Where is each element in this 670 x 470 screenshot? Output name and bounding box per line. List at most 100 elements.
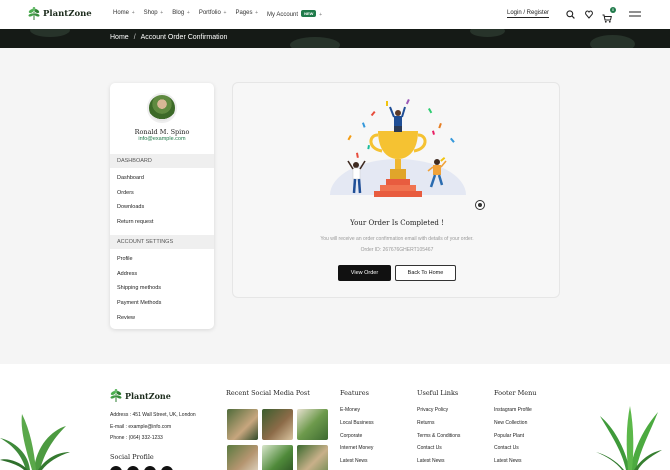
recent-posts-heading: Recent Social Media Post bbox=[226, 389, 310, 397]
banner-decoration bbox=[30, 29, 70, 37]
cart-count-badge: 0 bbox=[610, 7, 616, 13]
breadcrumb-separator: / bbox=[133, 34, 136, 41]
plus-icon: + bbox=[255, 10, 259, 16]
sidebar-item-address[interactable]: Address bbox=[117, 271, 137, 277]
banner-decoration bbox=[590, 35, 635, 48]
features-heading: Features bbox=[340, 389, 369, 397]
confirmation-title: Your Order Is Completed ! bbox=[350, 219, 444, 227]
footer-link[interactable]: New Collection bbox=[494, 420, 527, 426]
footer-link[interactable]: Internet Money bbox=[340, 445, 373, 451]
view-order-button[interactable]: View Order bbox=[338, 265, 391, 281]
footer-link[interactable]: Latest News bbox=[494, 458, 522, 464]
top-navbar: PlantZone Home + Shop + Blog + Portfolio… bbox=[0, 0, 670, 29]
menu-icon[interactable] bbox=[629, 11, 641, 18]
order-id: Order ID: 267676GHERT105467 bbox=[360, 247, 434, 253]
sidebar-item-profile[interactable]: Profile bbox=[117, 256, 133, 262]
social-post-thumbnail[interactable] bbox=[262, 409, 293, 440]
trophy-celebration-illustration bbox=[328, 99, 468, 213]
nav-home[interactable]: Home + bbox=[113, 10, 135, 18]
plus-icon: + bbox=[223, 10, 227, 16]
footer-brand-name: PlantZone bbox=[125, 390, 171, 401]
order-confirmation-card: Your Order Is Completed ! You will recei… bbox=[232, 82, 560, 298]
footer-link[interactable]: Local Business bbox=[340, 420, 374, 426]
dashboard-heading: DASHBOARD bbox=[110, 154, 214, 168]
breadcrumb: Home / Account Order Confirmation bbox=[110, 34, 227, 41]
plus-icon: + bbox=[186, 10, 190, 16]
social-post-thumbnail[interactable] bbox=[227, 445, 258, 470]
instagram-icon[interactable] bbox=[144, 466, 156, 470]
sidebar-item-downloads[interactable]: Downloads bbox=[117, 204, 144, 210]
user-email[interactable]: info@example.com bbox=[110, 136, 214, 142]
facebook-icon[interactable] bbox=[110, 466, 122, 470]
plus-icon: + bbox=[131, 10, 135, 16]
footer-phone: Phone : (064) 332-1233 bbox=[110, 435, 163, 441]
avatar bbox=[147, 93, 177, 123]
twitter-icon[interactable] bbox=[127, 466, 139, 470]
footer-link[interactable]: Contact Us bbox=[417, 445, 442, 451]
account-settings-heading: ACCOUNT SETTINGS bbox=[110, 235, 214, 249]
heart-icon[interactable] bbox=[585, 10, 593, 19]
social-post-thumbnail[interactable] bbox=[297, 445, 328, 470]
breadcrumb-current: Account Order Confirmation bbox=[140, 34, 228, 41]
social-post-thumbnail[interactable] bbox=[227, 409, 258, 440]
page-banner: Home / Account Order Confirmation bbox=[0, 29, 670, 48]
footer-link[interactable]: Latest News bbox=[417, 458, 445, 464]
footer-link[interactable]: E-Money bbox=[340, 407, 360, 413]
cart-icon bbox=[602, 14, 612, 23]
back-to-home-button[interactable]: Back To Home bbox=[395, 265, 456, 281]
cart-button[interactable]: 0 bbox=[602, 7, 616, 23]
footer-link[interactable]: Contact Us bbox=[494, 445, 519, 451]
plant-decoration-icon bbox=[596, 406, 662, 470]
nav-my-account[interactable]: My Account NEW + bbox=[267, 10, 322, 18]
nav-portfolio-label: Portfolio bbox=[198, 10, 221, 16]
brand-logo[interactable]: PlantZone bbox=[28, 7, 92, 20]
login-register-link[interactable]: Login / Register bbox=[507, 10, 550, 18]
footer-menu-heading: Footer Menu bbox=[494, 389, 537, 397]
footer-link[interactable]: Popular Plant bbox=[494, 433, 524, 439]
nav-home-label: Home bbox=[113, 10, 130, 16]
new-badge: NEW bbox=[301, 10, 317, 17]
plus-icon: + bbox=[319, 12, 322, 18]
footer-address: Address : 451 Wall Street, UK, London bbox=[110, 412, 196, 418]
nav-portfolio[interactable]: Portfolio + bbox=[199, 10, 227, 18]
nav-pages[interactable]: Pages + bbox=[235, 10, 258, 18]
linkedin-icon[interactable] bbox=[161, 466, 173, 470]
nav-blog[interactable]: Blog + bbox=[172, 10, 190, 18]
main-nav: Home + Shop + Blog + Portfolio + Pages +… bbox=[113, 10, 322, 18]
social-post-thumbnail[interactable] bbox=[297, 409, 328, 440]
plant-logo-icon bbox=[28, 7, 40, 20]
plant-decoration-icon bbox=[0, 414, 70, 470]
useful-links-heading: Useful Links bbox=[417, 389, 459, 397]
banner-decoration bbox=[290, 37, 340, 48]
footer-link[interactable]: Returns bbox=[417, 420, 435, 426]
account-sidebar: Ronald M. Spino info@example.com DASHBOA… bbox=[110, 83, 214, 329]
sidebar-item-shipping-methods[interactable]: Shipping methods bbox=[117, 285, 161, 291]
footer-link[interactable]: Terms & Conditions bbox=[417, 433, 460, 439]
footer-link[interactable]: Corporate bbox=[340, 433, 362, 439]
sidebar-item-review[interactable]: Review bbox=[117, 315, 135, 321]
plus-icon: + bbox=[160, 10, 164, 16]
footer-link[interactable]: Instagram Profile bbox=[494, 407, 532, 413]
scroll-indicator-icon[interactable] bbox=[475, 200, 485, 210]
nav-pages-label: Pages bbox=[235, 10, 253, 16]
footer-link[interactable]: Latest News bbox=[340, 458, 368, 464]
plant-logo-icon bbox=[110, 389, 122, 402]
nav-shop-label: Shop bbox=[143, 10, 158, 16]
social-post-thumbnail[interactable] bbox=[262, 445, 293, 470]
user-name: Ronald M. Spino bbox=[134, 128, 190, 136]
sidebar-item-dashboard[interactable]: Dashboard bbox=[117, 175, 144, 181]
footer-link[interactable]: Privacy Policy bbox=[417, 407, 448, 413]
brand-name: PlantZone bbox=[43, 8, 92, 19]
footer-email: E-mail : example@info.com bbox=[110, 424, 172, 430]
nav-shop[interactable]: Shop + bbox=[144, 10, 164, 18]
search-icon[interactable] bbox=[566, 10, 575, 19]
breadcrumb-home[interactable]: Home bbox=[110, 34, 129, 41]
main-content: Ronald M. Spino info@example.com DASHBOA… bbox=[0, 48, 670, 364]
banner-decoration bbox=[470, 29, 505, 37]
sidebar-item-orders[interactable]: Orders bbox=[117, 190, 134, 196]
footer-brand-logo[interactable]: PlantZone bbox=[110, 389, 171, 402]
confirmation-message: You will receive an order confirmation e… bbox=[320, 236, 474, 242]
sidebar-item-return-request[interactable]: Return request bbox=[117, 219, 153, 225]
sidebar-item-payment-methods[interactable]: Payment Methods bbox=[117, 300, 161, 306]
social-profile-heading: Social Profile bbox=[110, 453, 154, 461]
